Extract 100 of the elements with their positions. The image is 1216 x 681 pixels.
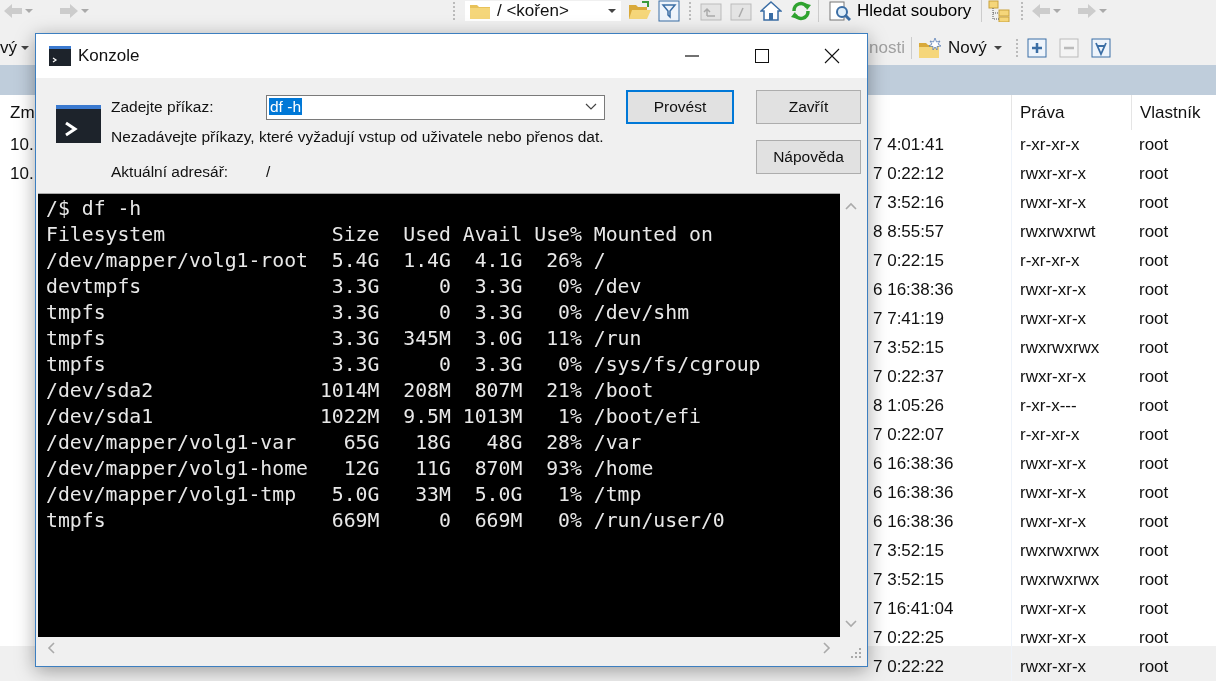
console-text: 9.5M [402, 404, 451, 430]
table-cell: rwxr-xr-x [1011, 275, 1131, 304]
table-cell-text: 7 3:52:15 [872, 540, 945, 562]
console-text: 3.0G [473, 326, 523, 352]
console-text: 3.3G [473, 300, 523, 326]
table-cell: rwxr-xr-x [1011, 652, 1131, 681]
console-text: Used [402, 222, 451, 248]
table-cell-text: 8 1:05:26 [872, 395, 945, 417]
console-text: /dev/shm [592, 300, 691, 326]
table-cell-text: root [1138, 366, 1170, 388]
table-cell: 10. [10, 164, 34, 183]
table-cell: rwxr-xr-x [1011, 478, 1131, 507]
grip-icon [688, 0, 692, 22]
column-header[interactable]: Zm [10, 103, 35, 122]
console-text: 870M [473, 456, 523, 482]
caret-icon[interactable] [20, 43, 30, 53]
window-title: Konzole [78, 46, 140, 66]
column-header[interactable]: Vlastník [1131, 95, 1216, 130]
table-cell-text: 7 16:41:04 [872, 598, 955, 620]
console-text: Size [330, 222, 380, 248]
console-text: 1014M [319, 378, 380, 404]
chevron-up-icon[interactable] [844, 201, 858, 211]
console-text: 65G [342, 430, 380, 456]
console-text: Mounted on [592, 222, 714, 248]
console-text: 208M [402, 378, 451, 404]
new-button[interactable]: Nový [917, 37, 1003, 59]
console-text: 0% [557, 300, 582, 326]
console-text: Avail [461, 222, 523, 248]
caret-icon [992, 43, 1003, 53]
table-cell: rwxr-xr-x [1011, 623, 1131, 652]
column-header[interactable]: Práva [1011, 95, 1131, 130]
table-cell-text: root [1138, 627, 1170, 649]
run-button[interactable]: Provést [626, 90, 734, 124]
table-cell-text: root [1138, 540, 1170, 562]
table-cell-text: root [1138, 163, 1170, 185]
help-button[interactable]: Nápověda [756, 140, 861, 174]
console-text: 26% [545, 248, 582, 274]
table-cell-text: root [1138, 279, 1170, 301]
table-cell-text: 6 16:38:36 [872, 482, 955, 504]
current-directory: / [266, 162, 272, 181]
console-text: /boot/efi [592, 404, 702, 430]
minimize-icon [684, 55, 700, 57]
table-cell-text: 7 0:22:07 [872, 424, 945, 446]
console-text: Use% [533, 222, 582, 248]
tree-icon[interactable] [988, 0, 1011, 22]
table-cell: r-xr-xr-x [1011, 130, 1131, 159]
console-text: Filesystem [46, 222, 167, 248]
console-text: /dev/mapper/volg1-var [46, 430, 298, 456]
console-text: tmpfs [46, 508, 107, 534]
table-cell-text: root [1138, 511, 1170, 533]
expand-icon[interactable] [1026, 38, 1047, 58]
root-folder-icon[interactable] [730, 0, 752, 22]
find-files-button[interactable]: Hledat soubory [825, 0, 976, 22]
resize-grip-icon[interactable] [850, 647, 862, 659]
console-icon [49, 46, 71, 66]
table-cell-text: 7 3:52:16 [872, 192, 945, 214]
forward-arrow-icon[interactable] [58, 1, 80, 21]
warning-text: Nezadávejte příkazy, které vyžadují vstup od uživatele nebo přenos dat. [111, 128, 605, 146]
collapse-icon[interactable] [1058, 38, 1079, 58]
filter-icon[interactable] [658, 0, 680, 22]
command-field[interactable]: df -h [266, 94, 605, 120]
console-text: /dev/sda1 [46, 404, 155, 430]
console-text: 28% [545, 430, 582, 456]
table-cell-text: root [1138, 250, 1170, 272]
console-text: 3.3G [473, 352, 523, 378]
table-cell-text: 7 4:01:41 [872, 134, 945, 156]
back-arrow-icon[interactable] [1030, 1, 1053, 21]
back-arrow-icon[interactable] [2, 1, 24, 21]
close-button[interactable]: Zavřít [756, 90, 861, 124]
new-folder-icon [917, 37, 942, 59]
refresh-icon[interactable] [790, 0, 812, 22]
chevron-down-icon [584, 102, 598, 112]
chevron-left-icon[interactable] [46, 641, 56, 655]
table-cell: rwxr-xr-x [1011, 159, 1131, 188]
open-folder-icon[interactable] [628, 0, 652, 22]
table-cell-text: root [1138, 482, 1170, 504]
table-cell-text: 7 7:41:19 [872, 308, 945, 330]
console-text: 3.3G [330, 274, 380, 300]
select-all-icon[interactable] [1090, 38, 1111, 58]
console-text: 669M [473, 508, 523, 534]
table-cell-text: 7 0:22:15 [872, 250, 945, 272]
table-cell-text: root [1138, 424, 1170, 446]
console-icon [56, 105, 101, 143]
new-button[interactable]: vý [0, 38, 17, 58]
table-cell: rwxr-xr-x [1011, 188, 1131, 217]
table-cell-text: root [1138, 395, 1170, 417]
console-text: tmpfs [46, 352, 107, 378]
console-text: 1013M [461, 404, 523, 430]
folder-up-icon[interactable] [700, 0, 722, 22]
console-text: 0 [437, 274, 451, 300]
table-cell-text: root [1138, 308, 1170, 330]
chevron-right-icon[interactable] [822, 641, 832, 655]
grip-icon [452, 0, 456, 22]
grip-icon [1020, 0, 1025, 22]
table-cell-text: root [1138, 598, 1170, 620]
home-icon[interactable] [760, 0, 782, 22]
chevron-down-icon[interactable] [844, 619, 858, 629]
path-dropdown[interactable]: / <kořen> [464, 0, 622, 22]
table-cell: rwxrwxrwt [1011, 217, 1131, 246]
console-text: /dev/mapper/volg1-home [46, 456, 309, 482]
